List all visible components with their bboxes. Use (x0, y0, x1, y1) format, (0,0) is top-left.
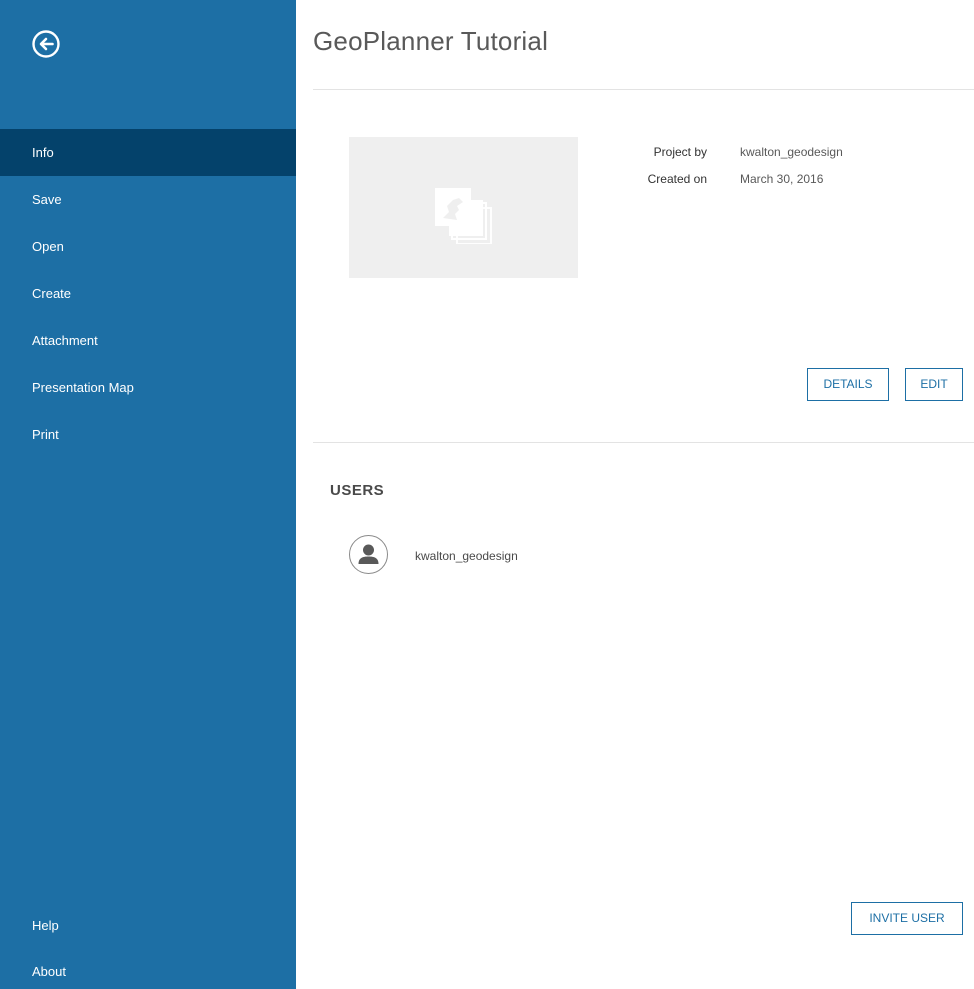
details-button[interactable]: DETAILS (807, 368, 889, 401)
sidebar-item-create[interactable]: Create (0, 270, 296, 317)
sidebar-nav: Info Save Open Create Attachment Present… (0, 129, 296, 458)
created-on-label: Created on (647, 172, 707, 186)
edit-button[interactable]: EDIT (905, 368, 963, 401)
header-divider (313, 89, 974, 90)
sidebar-item-help[interactable]: Help (0, 903, 296, 949)
created-on-value: March 30, 2016 (740, 172, 824, 186)
user-name: kwalton_geodesign (415, 549, 518, 563)
page-title: GeoPlanner Tutorial (313, 26, 549, 56)
users-section-title: USERS (330, 482, 385, 499)
map-stack-icon (435, 188, 492, 244)
sidebar-item-attachment[interactable]: Attachment (0, 317, 296, 364)
sidebar-item-save[interactable]: Save (0, 176, 296, 223)
project-by-value: kwalton_geodesign (740, 145, 843, 159)
project-thumbnail (349, 137, 578, 278)
project-by-label: Project by (653, 145, 707, 159)
sidebar-item-presentation-map[interactable]: Presentation Map (0, 364, 296, 411)
user-avatar-icon (349, 535, 388, 574)
back-arrow-icon[interactable] (31, 29, 61, 59)
sidebar-item-open[interactable]: Open (0, 223, 296, 270)
sidebar-bottom-nav: Help About (0, 903, 296, 989)
sidebar-item-about[interactable]: About (0, 949, 296, 989)
sidebar-item-print[interactable]: Print (0, 411, 296, 458)
section-divider (313, 442, 974, 443)
main-panel: GeoPlanner Tutorial Project by kwalton_g… (296, 0, 974, 989)
invite-user-button[interactable]: INVITE USER (851, 902, 963, 935)
sidebar: Info Save Open Create Attachment Present… (0, 0, 296, 989)
sidebar-item-info[interactable]: Info (0, 129, 296, 176)
user-list-item: kwalton_geodesign (349, 535, 749, 575)
